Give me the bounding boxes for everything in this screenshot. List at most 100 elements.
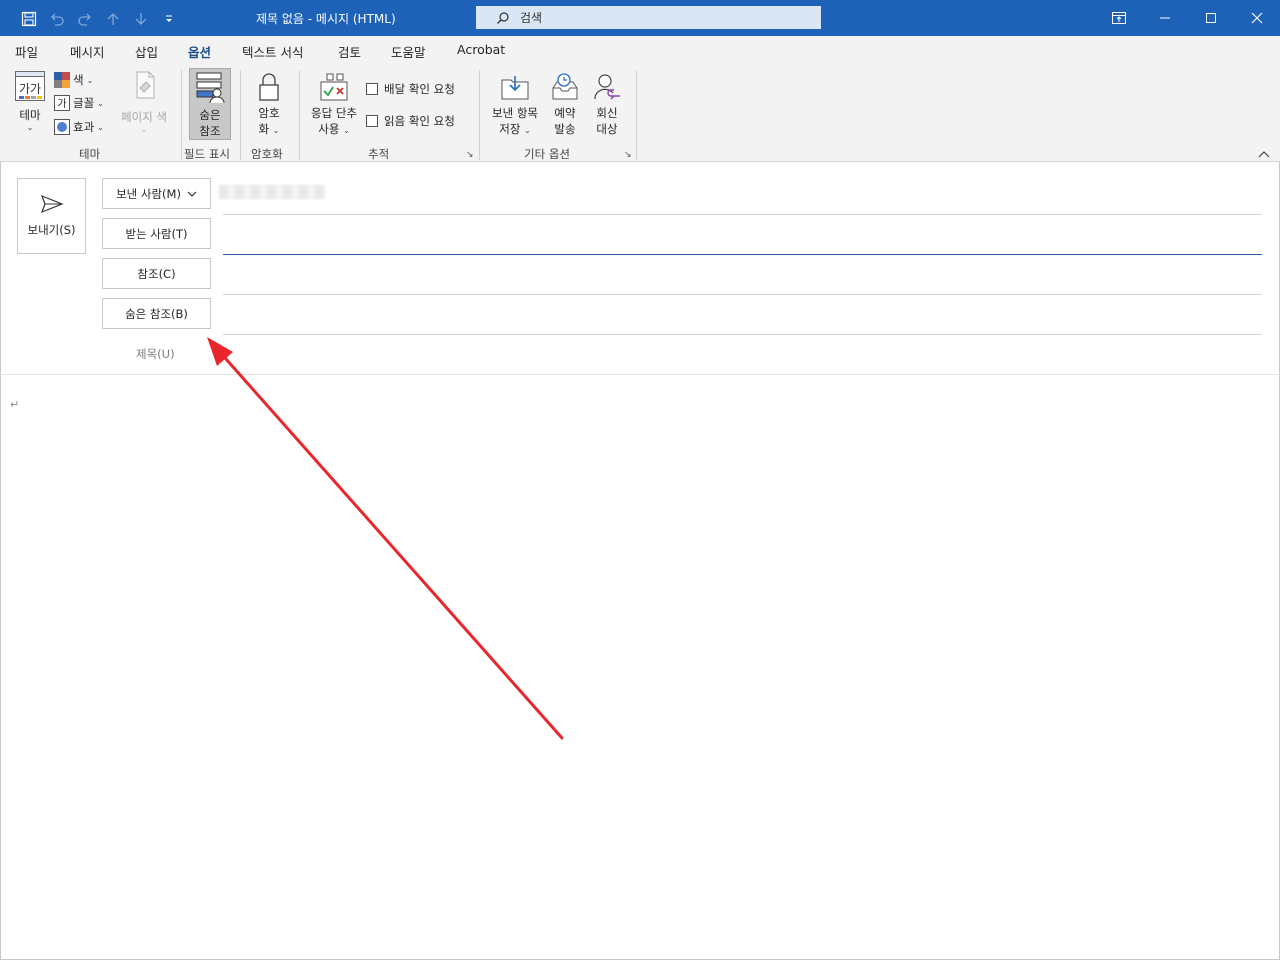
theme-icon: 가가 <box>15 71 45 101</box>
to-input[interactable] <box>223 220 1262 252</box>
checkbox-unchecked-icon <box>366 115 378 127</box>
direct-replies-to-button[interactable]: 회신 대상 <box>589 72 625 137</box>
undo-icon[interactable] <box>46 8 68 30</box>
paragraph-mark: ↵ <box>10 398 20 411</box>
search-label: 검색 <box>520 11 543 25</box>
group-label-theme: 테마 <box>79 147 101 161</box>
group-label-tracking: 추적 <box>368 147 390 161</box>
bcc-field-underline <box>223 334 1262 335</box>
tab-insert[interactable]: 삽입 <box>135 42 158 61</box>
cc-button[interactable]: 참조(C) <box>102 258 211 289</box>
ribbon-tabs: 파일 메시지 삽입 옵션 텍스트 서식 검토 도움말 Acrobat <box>0 36 1280 67</box>
tab-options[interactable]: 옵션 <box>188 42 212 67</box>
send-button[interactable]: 보내기(S) <box>17 178 86 254</box>
group-separator <box>299 70 300 160</box>
bcc-button[interactable]: 숨은 참조(B) <box>102 298 211 329</box>
subject-label: 제목(U) <box>136 347 175 361</box>
page-color-label: 페이지 색 <box>121 110 167 124</box>
fonts-icon-text: 가 <box>57 98 66 110</box>
voting-label-line1: 응답 단추 <box>311 106 357 120</box>
delivery-receipt-checkbox[interactable]: 배달 확인 요청 <box>366 81 455 97</box>
effects-label: 효과 <box>73 120 95 134</box>
tab-file[interactable]: 파일 <box>15 42 38 61</box>
message-body-editor[interactable] <box>1 375 1279 959</box>
search-box[interactable]: 검색 <box>476 6 821 29</box>
title-bar: 제목 없음 - 메시지 (HTML) 검색 <box>0 0 1280 36</box>
delay-delivery-icon <box>552 73 578 100</box>
encrypt-button[interactable]: 암호 화 ⌄ <box>249 72 289 137</box>
read-receipt-checkbox[interactable]: 읽음 확인 요청 <box>366 113 455 129</box>
save-sent-label-line1: 보낸 항목 <box>492 106 538 120</box>
theme-icon-text: 가가 <box>19 82 41 96</box>
send-label: 보내기(S) <box>27 223 76 237</box>
cc-field-underline <box>223 294 1262 295</box>
fonts-icon: 가 <box>54 95 70 111</box>
checkbox-unchecked-icon <box>366 83 378 95</box>
bcc-field-icon <box>196 72 225 104</box>
page-color-button[interactable]: 페이지 색 ⌄ <box>116 70 172 134</box>
customize-qat-icon[interactable] <box>158 8 180 30</box>
voting-icon <box>320 73 348 101</box>
ribbon-display-options-icon[interactable] <box>1096 0 1142 36</box>
tab-message[interactable]: 메시지 <box>70 42 105 61</box>
read-receipt-label: 읽음 확인 요청 <box>384 114 455 128</box>
save-icon[interactable] <box>18 8 40 30</box>
group-separator <box>636 70 637 160</box>
bcc-input[interactable] <box>223 300 1262 332</box>
delay-label-line2: 발송 <box>554 122 576 136</box>
arrow-up-icon[interactable] <box>102 8 124 30</box>
theme-label: 테마 <box>19 108 41 122</box>
cc-input[interactable] <box>223 260 1262 292</box>
fonts-button[interactable]: 가 글꼴 ⌄ <box>54 95 104 111</box>
group-separator <box>479 70 480 160</box>
group-label-encrypt: 암호화 <box>251 147 283 161</box>
tab-format-text[interactable]: 텍스트 서식 <box>242 42 303 61</box>
save-sent-folder-icon <box>501 76 529 100</box>
to-field-underline <box>223 254 1262 255</box>
lock-icon <box>259 73 279 101</box>
ribbon: 가가 테마 ⌄ 색 ⌄ 가 글꼴 ⌄ 효과 ⌄ 페이지 색 ⌄ 테마 숨은 참조… <box>0 64 1280 162</box>
tab-help[interactable]: 도움말 <box>391 42 426 61</box>
bcc-label: 숨은 참조(B) <box>125 306 188 321</box>
cc-label: 참조(C) <box>137 266 176 281</box>
close-icon[interactable] <box>1234 0 1280 36</box>
to-button[interactable]: 받는 사람(T) <box>102 218 211 249</box>
bcc-label-line1: 숨은 <box>199 108 221 122</box>
subject-input[interactable] <box>223 340 1262 370</box>
reply-to-label-line1: 회신 <box>596 106 618 120</box>
dialog-launcher-icon[interactable]: ↘ <box>624 150 632 160</box>
quick-access-toolbar <box>18 8 180 30</box>
effects-icon <box>54 119 70 135</box>
colors-button[interactable]: 색 ⌄ <box>54 72 93 88</box>
page-color-icon <box>136 71 155 99</box>
from-field-underline <box>223 214 1262 215</box>
encrypt-label-line1: 암호 <box>258 106 280 120</box>
collapse-ribbon-icon[interactable] <box>1258 148 1270 161</box>
reply-to-person-icon <box>594 74 620 100</box>
maximize-icon[interactable] <box>1188 0 1234 36</box>
tab-review[interactable]: 검토 <box>338 42 361 61</box>
save-sent-item-button[interactable]: 보낸 항목 저장 ⌄ <box>486 72 544 137</box>
color-palette-icon <box>54 72 70 88</box>
voting-buttons-button[interactable]: 응답 단추 사용 ⌄ <box>305 72 363 137</box>
encrypt-label-line2: 화 ⌄ <box>258 122 280 136</box>
group-separator <box>240 70 241 160</box>
arrow-down-icon[interactable] <box>130 8 152 30</box>
fonts-label: 글꼴 <box>73 96 95 110</box>
from-button[interactable]: 보낸 사람(M) <box>102 178 211 209</box>
redo-icon[interactable] <box>74 8 96 30</box>
tab-acrobat[interactable]: Acrobat <box>457 42 505 57</box>
theme-button[interactable]: 가가 테마 ⌄ <box>12 70 48 132</box>
from-address-blurred <box>219 185 325 199</box>
delay-delivery-button[interactable]: 예약 발송 <box>546 72 584 137</box>
window-title: 제목 없음 - 메시지 (HTML) <box>256 12 396 26</box>
search-icon <box>496 11 510 25</box>
to-label: 받는 사람(T) <box>125 226 188 241</box>
bcc-toggle-button[interactable]: 숨은 참조 <box>189 72 231 139</box>
dialog-launcher-icon[interactable]: ↘ <box>466 150 474 160</box>
bcc-label-line2: 참조 <box>199 124 221 138</box>
group-separator <box>181 70 182 160</box>
minimize-icon[interactable] <box>1142 0 1188 36</box>
group-label-show-fields: 필드 표시 <box>184 147 230 161</box>
effects-button[interactable]: 효과 ⌄ <box>54 119 104 135</box>
